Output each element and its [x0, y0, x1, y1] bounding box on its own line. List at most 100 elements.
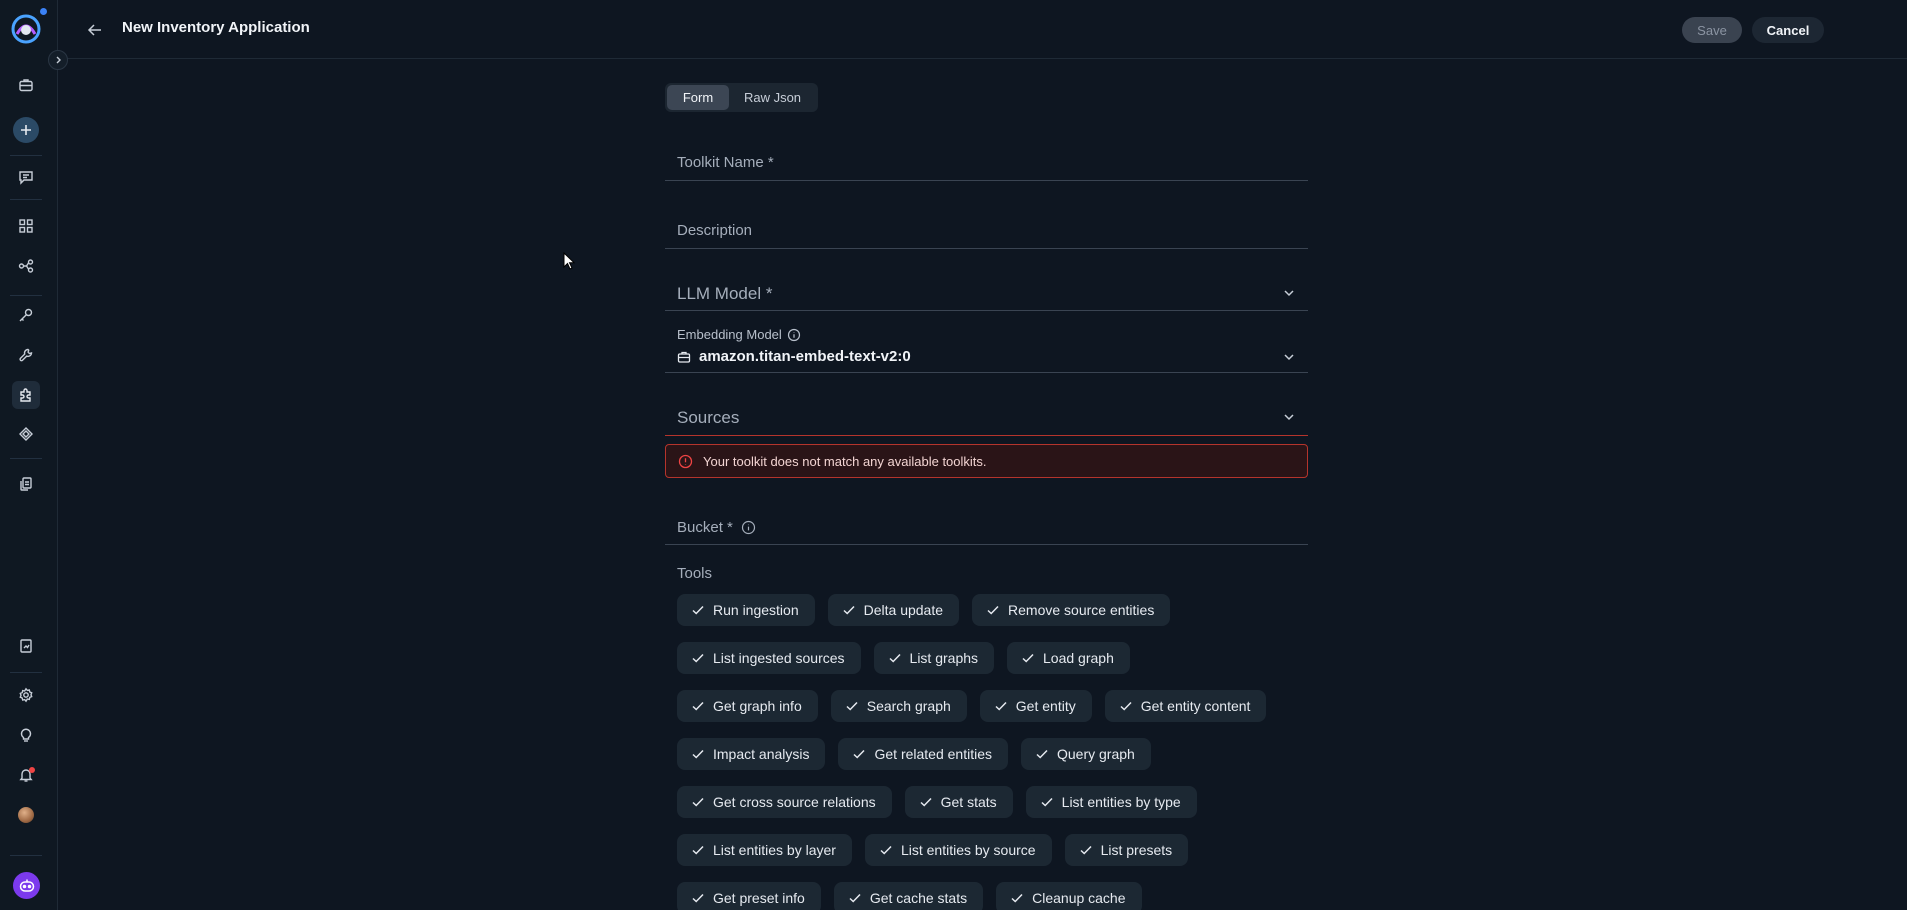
documents-icon[interactable] [16, 474, 36, 494]
tool-chip-label: Query graph [1057, 746, 1135, 762]
check-icon [692, 749, 704, 759]
sources-select[interactable]: Sources [665, 399, 1308, 436]
key-icon[interactable] [16, 305, 36, 325]
tool-chip-label: Get stats [940, 794, 997, 810]
tool-chip[interactable]: Get cross source relations [677, 786, 892, 818]
tool-chip[interactable]: Remove source entities [972, 594, 1171, 626]
tool-chip[interactable]: Get stats [904, 786, 1013, 818]
tools-chip-row: List entities by layer List entities by s… [677, 834, 1317, 866]
tool-chip[interactable]: Get graph info [677, 690, 818, 722]
wrench-icon[interactable] [16, 345, 36, 365]
sidebar-divider [10, 155, 42, 156]
notification-dot [29, 767, 35, 773]
toolkit-name-field[interactable]: Toolkit Name * [665, 144, 1308, 181]
tab-raw-json[interactable]: Raw Json [729, 85, 816, 110]
grid-icon[interactable] [16, 216, 36, 236]
info-icon[interactable] [741, 520, 756, 535]
tool-chip-label: List entities by source [900, 842, 1036, 858]
tool-chip[interactable]: List graphs [873, 642, 995, 674]
tool-chip[interactable]: Search graph [830, 690, 967, 722]
tool-chip-label: Remove source entities [1008, 602, 1155, 618]
app-logo[interactable] [11, 14, 41, 44]
tab-form[interactable]: Form [667, 85, 729, 110]
avatar[interactable] [18, 807, 34, 823]
tool-chip-label: Impact analysis [713, 746, 810, 762]
tool-chip-label: Search graph [866, 698, 951, 714]
tool-chip[interactable]: Query graph [1021, 738, 1151, 770]
tool-chip[interactable]: Get related entities [838, 738, 1008, 770]
description-field[interactable]: Description [665, 212, 1308, 249]
tool-chip[interactable]: List entities by source [864, 834, 1052, 866]
cancel-button[interactable]: Cancel [1752, 17, 1824, 43]
tool-chip-label: Get entity content [1140, 698, 1251, 714]
check-icon [920, 797, 932, 807]
status-dot [40, 8, 47, 15]
tool-chip-label: Get cross source relations [713, 794, 876, 810]
chevron-down-icon [1282, 410, 1296, 424]
tool-chip-label: Get graph info [713, 698, 802, 714]
check-icon [889, 653, 901, 663]
tool-chip[interactable]: Cleanup cache [996, 882, 1142, 910]
tool-chip[interactable]: Get entity content [1104, 690, 1267, 722]
check-icon [1120, 701, 1132, 711]
embedding-model-label-text: Embedding Model [677, 327, 782, 342]
info-icon[interactable] [787, 328, 801, 342]
embedding-model-select[interactable]: Embedding Model amazon.titan-embed-text-… [665, 323, 1308, 373]
sidebar [0, 0, 58, 910]
error-icon [678, 454, 693, 468]
tool-chip[interactable]: Run ingestion [677, 594, 815, 626]
tool-chip[interactable]: List ingested sources [677, 642, 861, 674]
briefcase-icon [677, 351, 691, 363]
check-icon [692, 605, 704, 615]
tool-chip[interactable]: Impact analysis [677, 738, 826, 770]
tools-chip-row: List ingested sources List graphs Load gra… [677, 642, 1317, 674]
settings-icon[interactable] [16, 685, 36, 705]
sources-label: Sources [677, 408, 740, 427]
assistant-bot-icon[interactable] [13, 872, 40, 899]
plus-icon[interactable] [13, 117, 39, 143]
chat-icon[interactable] [16, 167, 36, 187]
check-icon [853, 749, 866, 759]
lightbulb-icon[interactable] [16, 725, 36, 745]
tool-chip-label: Get cache stats [869, 890, 968, 906]
check-icon [846, 701, 858, 711]
sidebar-divider [10, 855, 42, 856]
tool-chip-label: List graphs [909, 650, 979, 666]
tools-chip-row: Run ingestion Delta update Remove source e… [677, 594, 1317, 626]
tool-chip[interactable]: List entities by layer [677, 834, 852, 866]
embedding-model-value: amazon.titan-embed-text-v2:0 [677, 348, 911, 365]
sidebar-divider [10, 199, 42, 200]
llm-model-select[interactable]: LLM Model * [665, 273, 1308, 311]
check-icon [1041, 797, 1053, 807]
check-icon [692, 701, 704, 711]
tool-chip[interactable]: Get preset info [677, 882, 821, 910]
check-icon [995, 701, 1007, 711]
report-icon[interactable] [16, 636, 36, 656]
tool-chip-label: Run ingestion [713, 602, 799, 618]
tool-chip[interactable]: Get cache stats [833, 882, 984, 910]
mode-toggle: Form Raw Json [665, 83, 818, 112]
embedding-model-text: amazon.titan-embed-text-v2:0 [699, 348, 911, 365]
tool-chip-label: Get related entities [874, 746, 992, 762]
check-icon [692, 845, 704, 855]
layers-icon[interactable] [16, 424, 36, 444]
embedding-model-label: Embedding Model [677, 327, 801, 342]
check-icon [1080, 845, 1092, 855]
bucket-field[interactable]: Bucket * [665, 510, 1308, 545]
tools-chip-row: Impact analysis Get related entities Query… [677, 738, 1317, 770]
puzzle-icon[interactable] [12, 381, 40, 409]
back-arrow-icon[interactable] [84, 19, 106, 41]
tool-chip[interactable]: Load graph [1007, 642, 1130, 674]
sidebar-divider [10, 672, 42, 673]
flow-icon[interactable] [16, 256, 36, 276]
check-icon [1011, 893, 1023, 903]
briefcase-icon[interactable] [16, 75, 36, 95]
tool-chip[interactable]: Delta update [827, 594, 960, 626]
check-icon [1036, 749, 1048, 759]
tool-chip[interactable]: List presets [1064, 834, 1189, 866]
tool-chip[interactable]: Get entity [979, 690, 1092, 722]
sidebar-expand-button[interactable] [48, 50, 68, 70]
tool-chip[interactable]: List entities by type [1025, 786, 1197, 818]
save-button[interactable]: Save [1682, 17, 1742, 43]
chevron-down-icon [1282, 350, 1296, 364]
